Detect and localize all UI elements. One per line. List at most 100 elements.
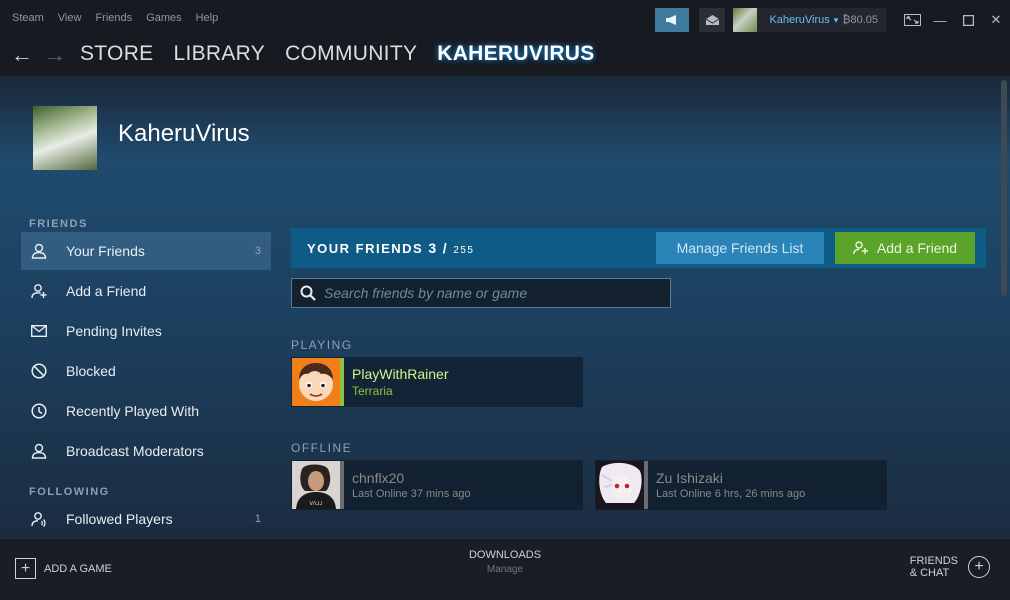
friend-name: PlayWithRainer (352, 366, 449, 382)
profile-avatar[interactable] (33, 106, 97, 170)
account-balance: ₿80.05 (842, 14, 878, 26)
friend-card-chnflx20[interactable]: ᐯᐱᒍᒍ chnflx20 Last Online 37 mins ago (291, 460, 583, 510)
add-person-icon (31, 283, 47, 299)
sidebar-item-blocked[interactable]: Blocked (21, 352, 271, 390)
menu-items: Steam View Friends Games Help (12, 12, 218, 24)
friend-info: PlayWithRainer Terraria (352, 366, 448, 398)
friends-section-header: FRIENDS (29, 218, 88, 230)
downloads-button[interactable]: DOWNLOADS Manage (455, 549, 555, 575)
maximize-button[interactable] (954, 8, 982, 32)
sidebar-item-followed-players[interactable]: Followed Players 1 (21, 500, 271, 538)
scrollbar[interactable] (1001, 80, 1007, 296)
sidebar-item-pending-invites[interactable]: Pending Invites (21, 312, 271, 350)
envelope-icon (705, 15, 719, 25)
playing-section-header: PLAYING (291, 338, 353, 352)
friends-chat-line2: & CHAT (909, 567, 950, 579)
account-name: KaheruVirus (769, 14, 830, 26)
add-game-button[interactable]: + ADD A GAME (15, 558, 112, 579)
friends-count: 3 (254, 245, 261, 257)
close-icon: ✕ (990, 12, 1002, 27)
forward-arrow-icon[interactable]: → (44, 42, 66, 68)
minimize-button[interactable]: — (926, 8, 954, 32)
search-icon (300, 285, 316, 301)
nav-community[interactable]: COMMUNITY (285, 42, 417, 66)
nav-store[interactable]: STORE (80, 42, 153, 66)
friend-last-online: Last Online 37 mins ago (352, 488, 471, 500)
offline-section-header: OFFLINE (291, 441, 353, 455)
sidebar-item-add-friend[interactable]: Add a Friend (21, 272, 271, 310)
manage-friends-list-button[interactable]: Manage Friends List (656, 232, 824, 264)
notifications-button[interactable] (699, 8, 726, 32)
sidebar-item-label: Pending Invites (66, 323, 162, 339)
megaphone-icon (666, 15, 677, 25)
sidebar-item-label: Blocked (66, 363, 116, 379)
friends-title-count: 3 (428, 240, 438, 256)
friend-card-playwithrainer[interactable]: PlayWithRainer Terraria (291, 357, 583, 407)
downloads-manage-label: Manage (486, 564, 524, 575)
broadcast-button[interactable] (655, 8, 690, 32)
friends-page: KaheruVirus FRIENDS Your Friends 3 Add a… (0, 76, 1010, 538)
bottom-bar: + ADD A GAME DOWNLOADS Manage FRIENDS & … (0, 538, 1010, 600)
sidebar-item-broadcast-moderators[interactable]: Broadcast Moderators (21, 432, 271, 470)
sidebar-item-label: Add a Friend (66, 283, 147, 299)
offline-status-bar (644, 461, 648, 509)
minimize-icon: — (933, 12, 947, 28)
sidebar-item-label: Followed Players (66, 511, 173, 527)
search-input[interactable] (324, 285, 654, 301)
back-arrow-icon[interactable]: ← (11, 42, 33, 68)
close-button[interactable]: ✕ (982, 8, 1010, 32)
add-friend-button[interactable]: Add a Friend (835, 232, 975, 264)
envelope-icon (31, 323, 47, 339)
menu-bar: Steam View Friends Games Help KaheruViru… (0, 0, 1010, 36)
friends-chat-button[interactable]: FRIENDS & CHAT + (910, 555, 990, 579)
profile-name[interactable]: KaheruVirus (118, 120, 250, 148)
friend-avatar (292, 358, 340, 406)
nav-profile[interactable]: KAHERUVIRUS (437, 42, 594, 66)
menu-help[interactable]: Help (196, 12, 219, 24)
account-menu[interactable]: KaheruVirus ▾ ₿80.05 (733, 8, 886, 32)
menu-view[interactable]: View (58, 12, 82, 24)
offline-status-bar (340, 461, 344, 509)
add-person-icon (853, 241, 868, 255)
svg-text:ᐯᐱᒍᒍ: ᐯᐱᒍᒍ (309, 501, 322, 507)
clock-icon (31, 403, 47, 419)
friend-info: Zu Ishizaki Last Online 6 hrs, 26 mins a… (656, 470, 805, 500)
account-avatar (733, 8, 758, 32)
nav-links: STORE LIBRARY COMMUNITY KAHERUVIRUS (80, 42, 595, 66)
friend-avatar: ᐯᐱᒍᒍ (292, 461, 340, 509)
sidebar-item-label: Broadcast Moderators (66, 443, 204, 459)
sidebar-item-label: Recently Played With (66, 403, 200, 419)
sidebar-item-your-friends[interactable]: Your Friends 3 (21, 232, 271, 270)
title-controls: KaheruVirus ▾ ₿80.05 — ✕ (655, 8, 1010, 32)
big-picture-button[interactable] (898, 8, 926, 32)
friends-header-bar: YOUR FRIENDS 3 / 255 Manage Friends List… (291, 228, 986, 268)
followed-count: 1 (254, 513, 261, 525)
friend-info: chnflx20 Last Online 37 mins ago (352, 470, 471, 500)
plus-icon: + (15, 558, 36, 579)
friends-title-slash: / (442, 240, 449, 256)
menu-friends[interactable]: Friends (95, 12, 132, 24)
person-icon (31, 443, 47, 459)
friend-card-zu-ishizaki[interactable]: Zu Ishizaki Last Online 6 hrs, 26 mins a… (595, 460, 887, 510)
friends-title-label: YOUR FRIENDS (307, 241, 424, 256)
friends-title-max: 255 (453, 245, 475, 256)
sidebar-item-recently-played[interactable]: Recently Played With (21, 392, 271, 430)
friend-last-online: Last Online 6 hrs, 26 mins ago (656, 488, 806, 500)
fullscreen-icon (903, 14, 921, 26)
nav-library[interactable]: LIBRARY (173, 42, 265, 66)
add-friend-label: Add a Friend (876, 240, 958, 256)
menu-steam[interactable]: Steam (12, 12, 44, 24)
downloads-label: DOWNLOADS (468, 549, 542, 561)
followed-icon (31, 511, 47, 527)
friend-game: Terraria (352, 384, 393, 398)
friend-avatar (596, 461, 644, 509)
add-circle-icon: + (968, 556, 990, 578)
maximize-icon (962, 14, 974, 26)
menu-games[interactable]: Games (146, 12, 181, 24)
friend-name: Zu Ishizaki (656, 470, 723, 486)
nav-bar: ← → STORE LIBRARY COMMUNITY KAHERUVIRUS (0, 36, 1010, 76)
following-section-header: FOLLOWING (29, 486, 110, 498)
friend-search-box[interactable] (291, 278, 671, 308)
chevron-down-icon: ▾ (833, 14, 839, 25)
friends-chat-line1: FRIENDS (909, 555, 958, 567)
